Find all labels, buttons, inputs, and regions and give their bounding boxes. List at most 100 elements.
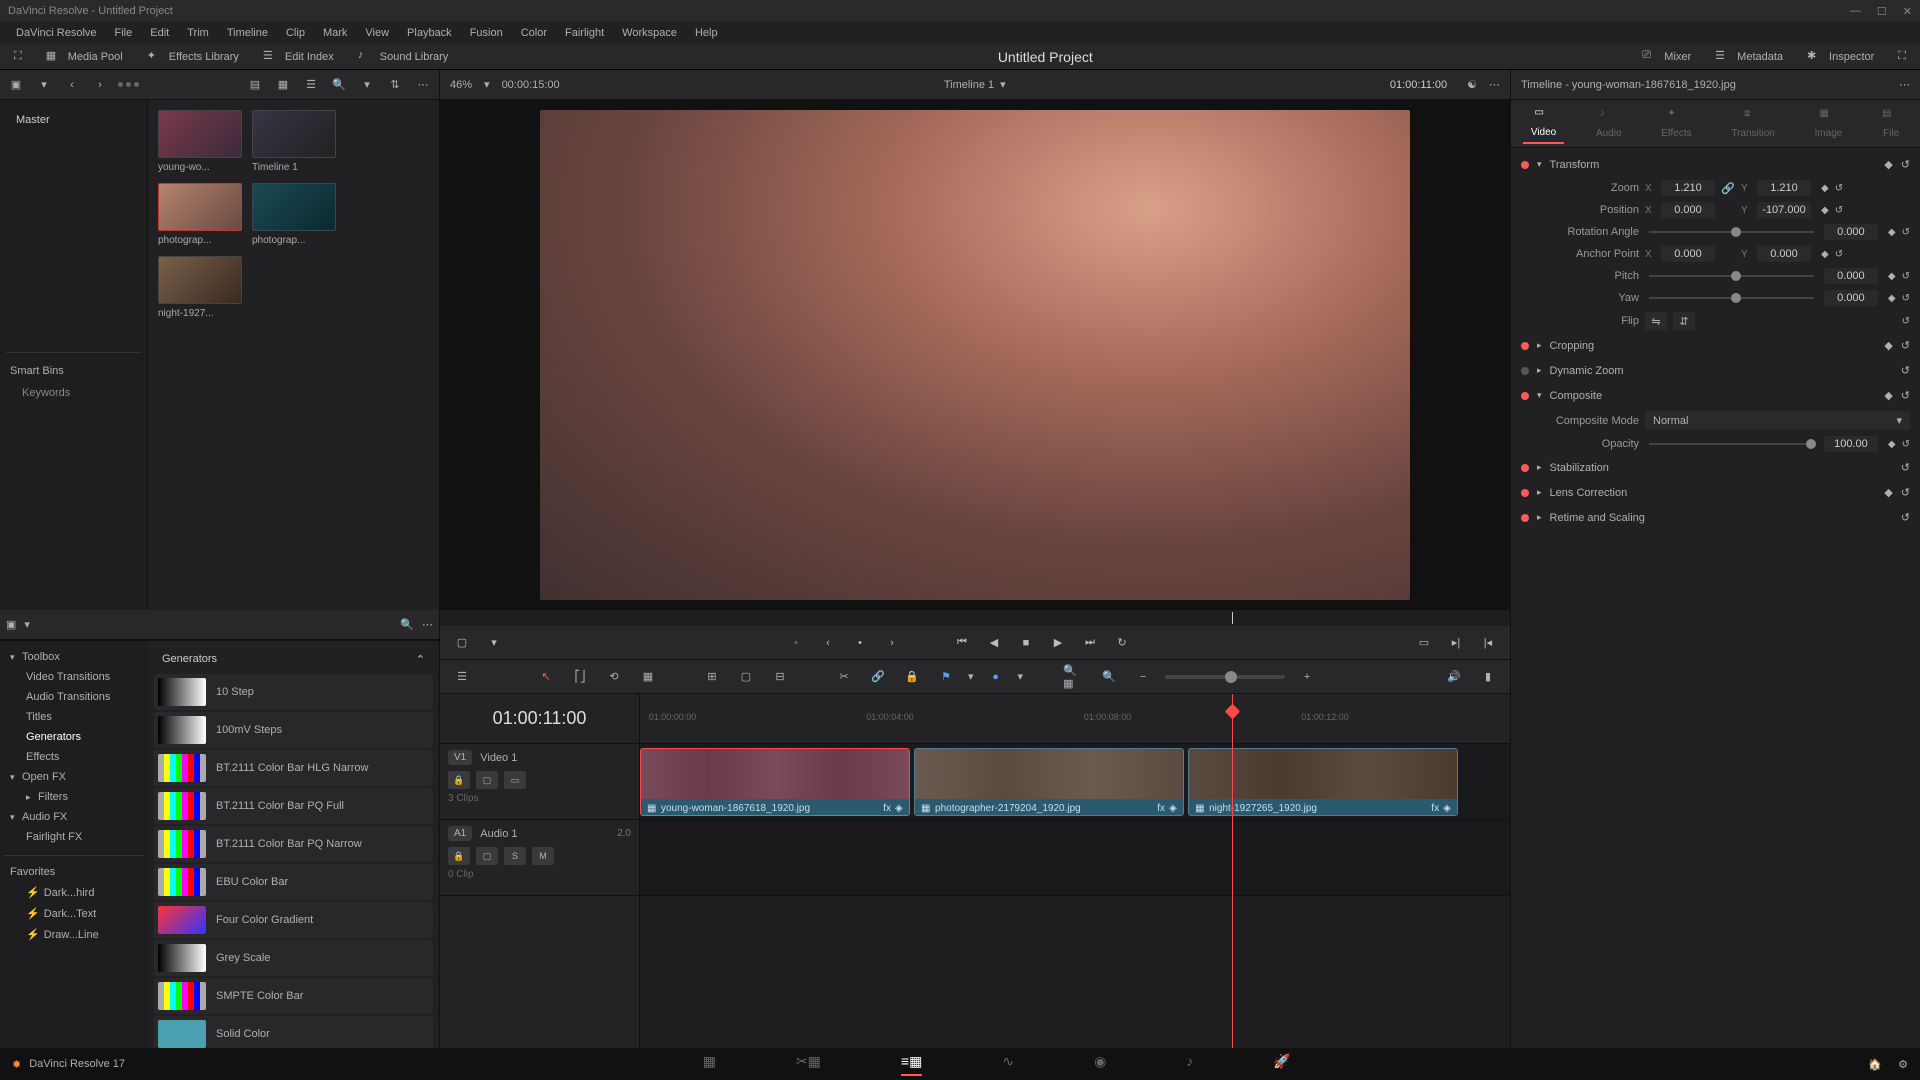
more-icon[interactable]: ⋯ — [1489, 78, 1500, 91]
lens-section[interactable]: ▸Lens Correction◆↺ — [1511, 480, 1920, 505]
reset-icon[interactable]: ↺ — [1835, 205, 1843, 216]
blade-tool[interactable]: ▦ — [636, 665, 660, 689]
auto-select-icon[interactable]: ▢ — [476, 847, 498, 865]
menu-item[interactable]: Clip — [278, 25, 313, 41]
keyframe-icon[interactable]: ◆ — [1888, 271, 1896, 282]
enable-dot[interactable] — [1521, 367, 1529, 375]
snap-icon[interactable]: 🔍▦ — [1063, 665, 1087, 689]
search-tl-icon[interactable]: 🔍 — [1097, 665, 1121, 689]
edit-page[interactable]: ≡▦ — [901, 1053, 922, 1076]
timeline-timecode[interactable]: 01:00:11:00 — [440, 694, 639, 744]
reset-icon[interactable]: ↺ — [1901, 461, 1910, 474]
reset-icon[interactable]: ↺ — [1835, 249, 1843, 260]
menu-item[interactable]: Workspace — [614, 25, 685, 41]
transform-section[interactable]: ▾ Transform ◆↺ — [1511, 152, 1920, 177]
link-icon[interactable]: 🔗 — [866, 665, 890, 689]
favorite-item[interactable]: ⚡ Draw...Line — [4, 924, 144, 945]
clip-fx-icon[interactable]: fx — [1431, 803, 1439, 814]
viewer-timecode[interactable]: 01:00:11:00 — [1390, 79, 1447, 91]
keyframe-icon[interactable]: ◆ — [1888, 439, 1896, 450]
tab-audio[interactable]: ♪Audio — [1588, 104, 1630, 143]
timeline-canvas[interactable]: 01:00:00:00 01:00:04:00 01:00:08:00 01:0… — [640, 694, 1510, 1048]
pos-x-input[interactable]: 0.000 — [1661, 202, 1715, 218]
opacity-input[interactable]: 100.00 — [1824, 436, 1878, 452]
generator-item[interactable]: SMPTE Color Bar — [154, 978, 433, 1014]
pitch-input[interactable]: 0.000 — [1824, 268, 1878, 284]
enable-dot[interactable] — [1521, 514, 1529, 522]
clip-fx-icon[interactable]: fx — [1157, 803, 1165, 814]
cropping-section[interactable]: ▸Cropping◆↺ — [1511, 333, 1920, 358]
keyframe-icon[interactable]: ◆ — [1821, 205, 1829, 216]
timeline-clip[interactable]: ▦photographer-2179204_1920.jpgfx◈ — [914, 748, 1184, 816]
solo-icon[interactable]: S — [504, 847, 526, 865]
menu-item[interactable]: View — [357, 25, 397, 41]
chevron-down-icon[interactable]: ▾ — [34, 75, 54, 95]
thumb-view-icon[interactable]: ▦ — [273, 75, 293, 95]
link-icon[interactable]: 🔗 — [1721, 182, 1735, 195]
mediapool-toggle[interactable]: ▦Media Pool — [40, 47, 129, 67]
deliver-page[interactable]: 🚀 — [1273, 1053, 1290, 1076]
scrub-playhead[interactable] — [1232, 612, 1233, 624]
reset-icon[interactable]: ↺ — [1835, 183, 1843, 194]
chevron-down-icon[interactable]: ▾ — [482, 631, 506, 655]
audio-track-header[interactable]: A1Audio 12.0 🔒 ▢ S M 0 Clip — [440, 820, 639, 896]
reset-icon[interactable]: ↺ — [1901, 158, 1910, 171]
match-frame-icon[interactable]: ◦ — [784, 631, 808, 655]
maximize-button[interactable]: ☐ — [1877, 5, 1887, 18]
timeline-view-icon[interactable]: ☰ — [450, 665, 474, 689]
layout-icon[interactable]: ▣ — [6, 618, 16, 631]
opacity-slider[interactable] — [1649, 443, 1814, 445]
tab-image[interactable]: ▦Image — [1807, 104, 1851, 143]
tab-video[interactable]: ▭Video — [1523, 103, 1564, 144]
replace-icon[interactable]: ⊟ — [768, 665, 792, 689]
chevron-down-icon[interactable]: ▾ — [357, 75, 377, 95]
anchor-y-input[interactable]: 0.000 — [1757, 246, 1811, 262]
pool-layout-icon[interactable]: ▣ — [6, 75, 26, 95]
media-thumbnail[interactable]: young-wo... — [158, 110, 242, 173]
keyframe-icon[interactable]: ◆ — [1884, 158, 1892, 171]
next-edit-icon[interactable]: › — [880, 631, 904, 655]
menu-item[interactable]: Playback — [399, 25, 460, 41]
search-icon[interactable]: 🔍 — [329, 75, 349, 95]
viewer[interactable] — [440, 100, 1510, 610]
flip-v-button[interactable]: ⇵ — [1673, 312, 1695, 330]
out-icon[interactable]: ▸| — [1444, 631, 1468, 655]
zoom-level[interactable]: 46% — [450, 79, 472, 91]
fusion-page[interactable]: ∿ — [1002, 1053, 1014, 1076]
enable-dot[interactable] — [1521, 161, 1529, 169]
menu-item[interactable]: DaVinci Resolve — [8, 25, 105, 41]
menu-item[interactable]: Color — [513, 25, 555, 41]
inspector-toggle[interactable]: ✱Inspector — [1801, 47, 1880, 67]
breadcrumb-dots[interactable] — [118, 82, 139, 87]
more-icon[interactable]: ⋯ — [1899, 78, 1910, 91]
media-thumbnail[interactable]: photograp... — [158, 183, 242, 246]
chevron-down-icon[interactable]: ▾ — [1018, 670, 1024, 683]
video-track-header[interactable]: V1Video 1 🔒 ▢ ▭ 3 Clips — [440, 744, 639, 820]
keywords-bin[interactable]: Keywords — [6, 381, 141, 405]
scrub-bar[interactable] — [440, 610, 1510, 626]
chevron-down-icon[interactable]: ▾ — [24, 618, 30, 631]
resolve-logo-icon[interactable]: ✸ — [12, 1058, 21, 1071]
stop-button[interactable]: ■ — [1014, 631, 1038, 655]
metadata-toggle[interactable]: ☰Metadata — [1709, 47, 1789, 67]
yaw-input[interactable]: 0.000 — [1824, 290, 1878, 306]
menu-item[interactable]: Help — [687, 25, 726, 41]
disable-track-icon[interactable]: ▭ — [504, 771, 526, 789]
reset-icon[interactable]: ↺ — [1902, 271, 1910, 282]
clip-fx-icon[interactable]: fx — [883, 803, 891, 814]
toolbox-group[interactable]: ▾Toolbox — [4, 647, 144, 667]
reset-icon[interactable]: ↺ — [1901, 511, 1910, 524]
tab-file[interactable]: ▤File — [1874, 104, 1908, 143]
openfx-group[interactable]: ▾Open FX — [4, 767, 144, 787]
generator-item[interactable]: BT.2111 Color Bar PQ Narrow — [154, 826, 433, 862]
fx-item[interactable]: Effects — [4, 747, 144, 767]
reset-icon[interactable]: ↺ — [1901, 339, 1910, 352]
generator-item[interactable]: BT.2111 Color Bar PQ Full — [154, 788, 433, 824]
enable-dot[interactable] — [1521, 342, 1529, 350]
composite-mode-select[interactable]: Normal▾ — [1645, 411, 1910, 430]
pitch-slider[interactable] — [1649, 275, 1814, 277]
menu-item[interactable]: Fusion — [462, 25, 511, 41]
zoom-slider[interactable] — [1165, 675, 1285, 679]
fx-item[interactable]: Audio Transitions — [4, 687, 144, 707]
generator-item[interactable]: EBU Color Bar — [154, 864, 433, 900]
